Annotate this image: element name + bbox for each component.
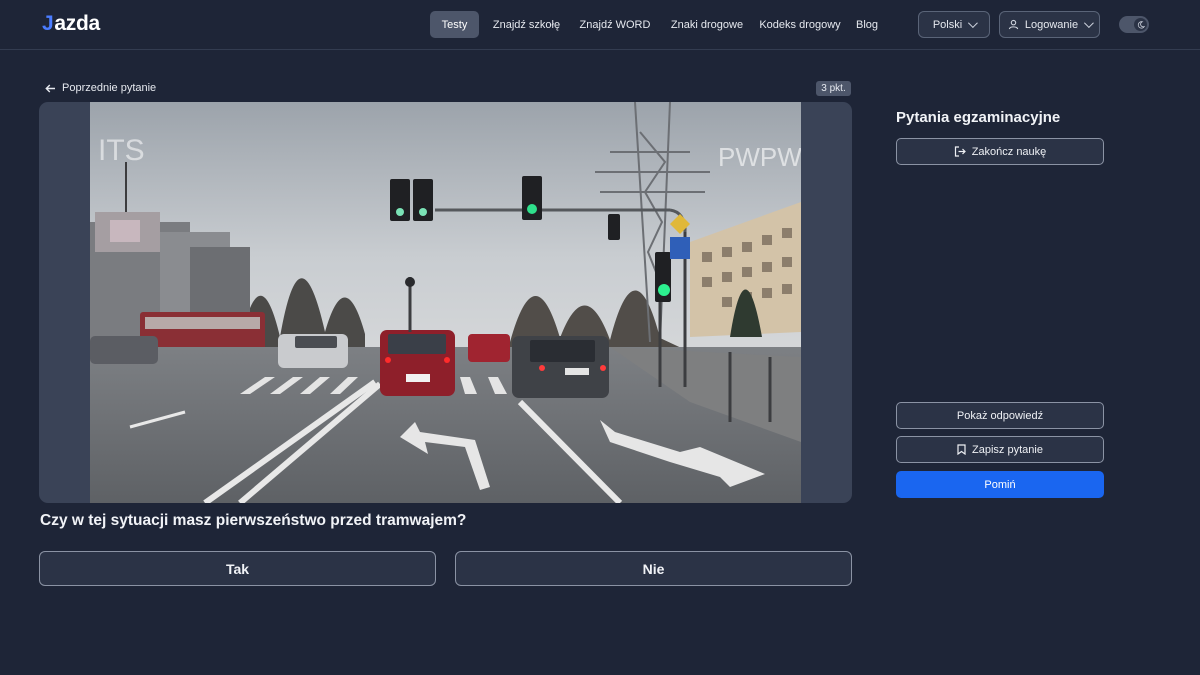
nav-item-znajdz-word[interactable]: Znajdź WORD <box>574 11 656 38</box>
language-label: Polski <box>932 18 963 31</box>
user-icon <box>1008 19 1019 30</box>
points-badge: 3 pkt. <box>816 81 851 96</box>
login-label: Logowanie <box>1024 18 1079 31</box>
skip-label: Pomiń <box>984 478 1016 491</box>
question-image: ITS PWPW <box>90 102 801 503</box>
login-button[interactable]: Logowanie <box>999 11 1100 38</box>
answer-no-button[interactable]: Nie <box>455 551 852 586</box>
top-navbar: Jazda Testy Znajdź szkołę Znajdź WORD Zn… <box>0 0 1200 50</box>
logout-icon <box>954 146 966 157</box>
chevron-down-icon <box>968 18 979 29</box>
sidebar-title: Pytania egzaminacyjne <box>896 109 1061 126</box>
chevron-down-icon <box>1084 18 1094 29</box>
finish-learning-label: Zakończ naukę <box>971 145 1047 158</box>
finish-learning-button[interactable]: Zakończ naukę <box>896 138 1104 165</box>
nav-item-blog[interactable]: Blog <box>842 11 892 38</box>
previous-question-link[interactable]: Poprzednie pytanie <box>45 80 156 96</box>
main-nav: Testy Znajdź szkołę Znajdź WORD Znaki dr… <box>430 11 892 38</box>
nav-item-znajdz-szkole[interactable]: Znajdź szkołę <box>479 11 574 38</box>
nav-item-testy[interactable]: Testy <box>430 11 479 38</box>
skip-button[interactable]: Pomiń <box>896 471 1104 498</box>
previous-question-label: Poprzednie pytanie <box>62 82 157 94</box>
watermark-pwpw: PWPW <box>718 142 801 172</box>
show-answer-label: Pokaż odpowiedź <box>956 409 1044 422</box>
nav-item-znaki-drogowe[interactable]: Znaki drogowe <box>656 11 758 38</box>
moon-icon <box>1134 18 1147 31</box>
theme-toggle[interactable] <box>1119 16 1149 33</box>
nav-item-kodeks-drogowy[interactable]: Kodeks drogowy <box>758 11 842 38</box>
question-text: Czy w tej sytuacji masz pierwszeństwo pr… <box>40 512 467 529</box>
logo-mark: J <box>42 12 54 35</box>
logo-text: azda <box>54 12 100 35</box>
save-question-label: Zapisz pytanie <box>972 443 1043 456</box>
language-select[interactable]: Polski <box>918 11 990 38</box>
bookmark-icon <box>957 444 966 455</box>
arrow-left-icon <box>45 84 55 92</box>
answer-yes-button[interactable]: Tak <box>39 551 436 586</box>
save-question-button[interactable]: Zapisz pytanie <box>896 436 1104 463</box>
watermark-its: ITS <box>98 134 145 167</box>
question-media: ITS PWPW <box>39 102 852 503</box>
show-answer-button[interactable]: Pokaż odpowiedź <box>896 402 1104 429</box>
logo[interactable]: Jazda <box>42 12 100 36</box>
